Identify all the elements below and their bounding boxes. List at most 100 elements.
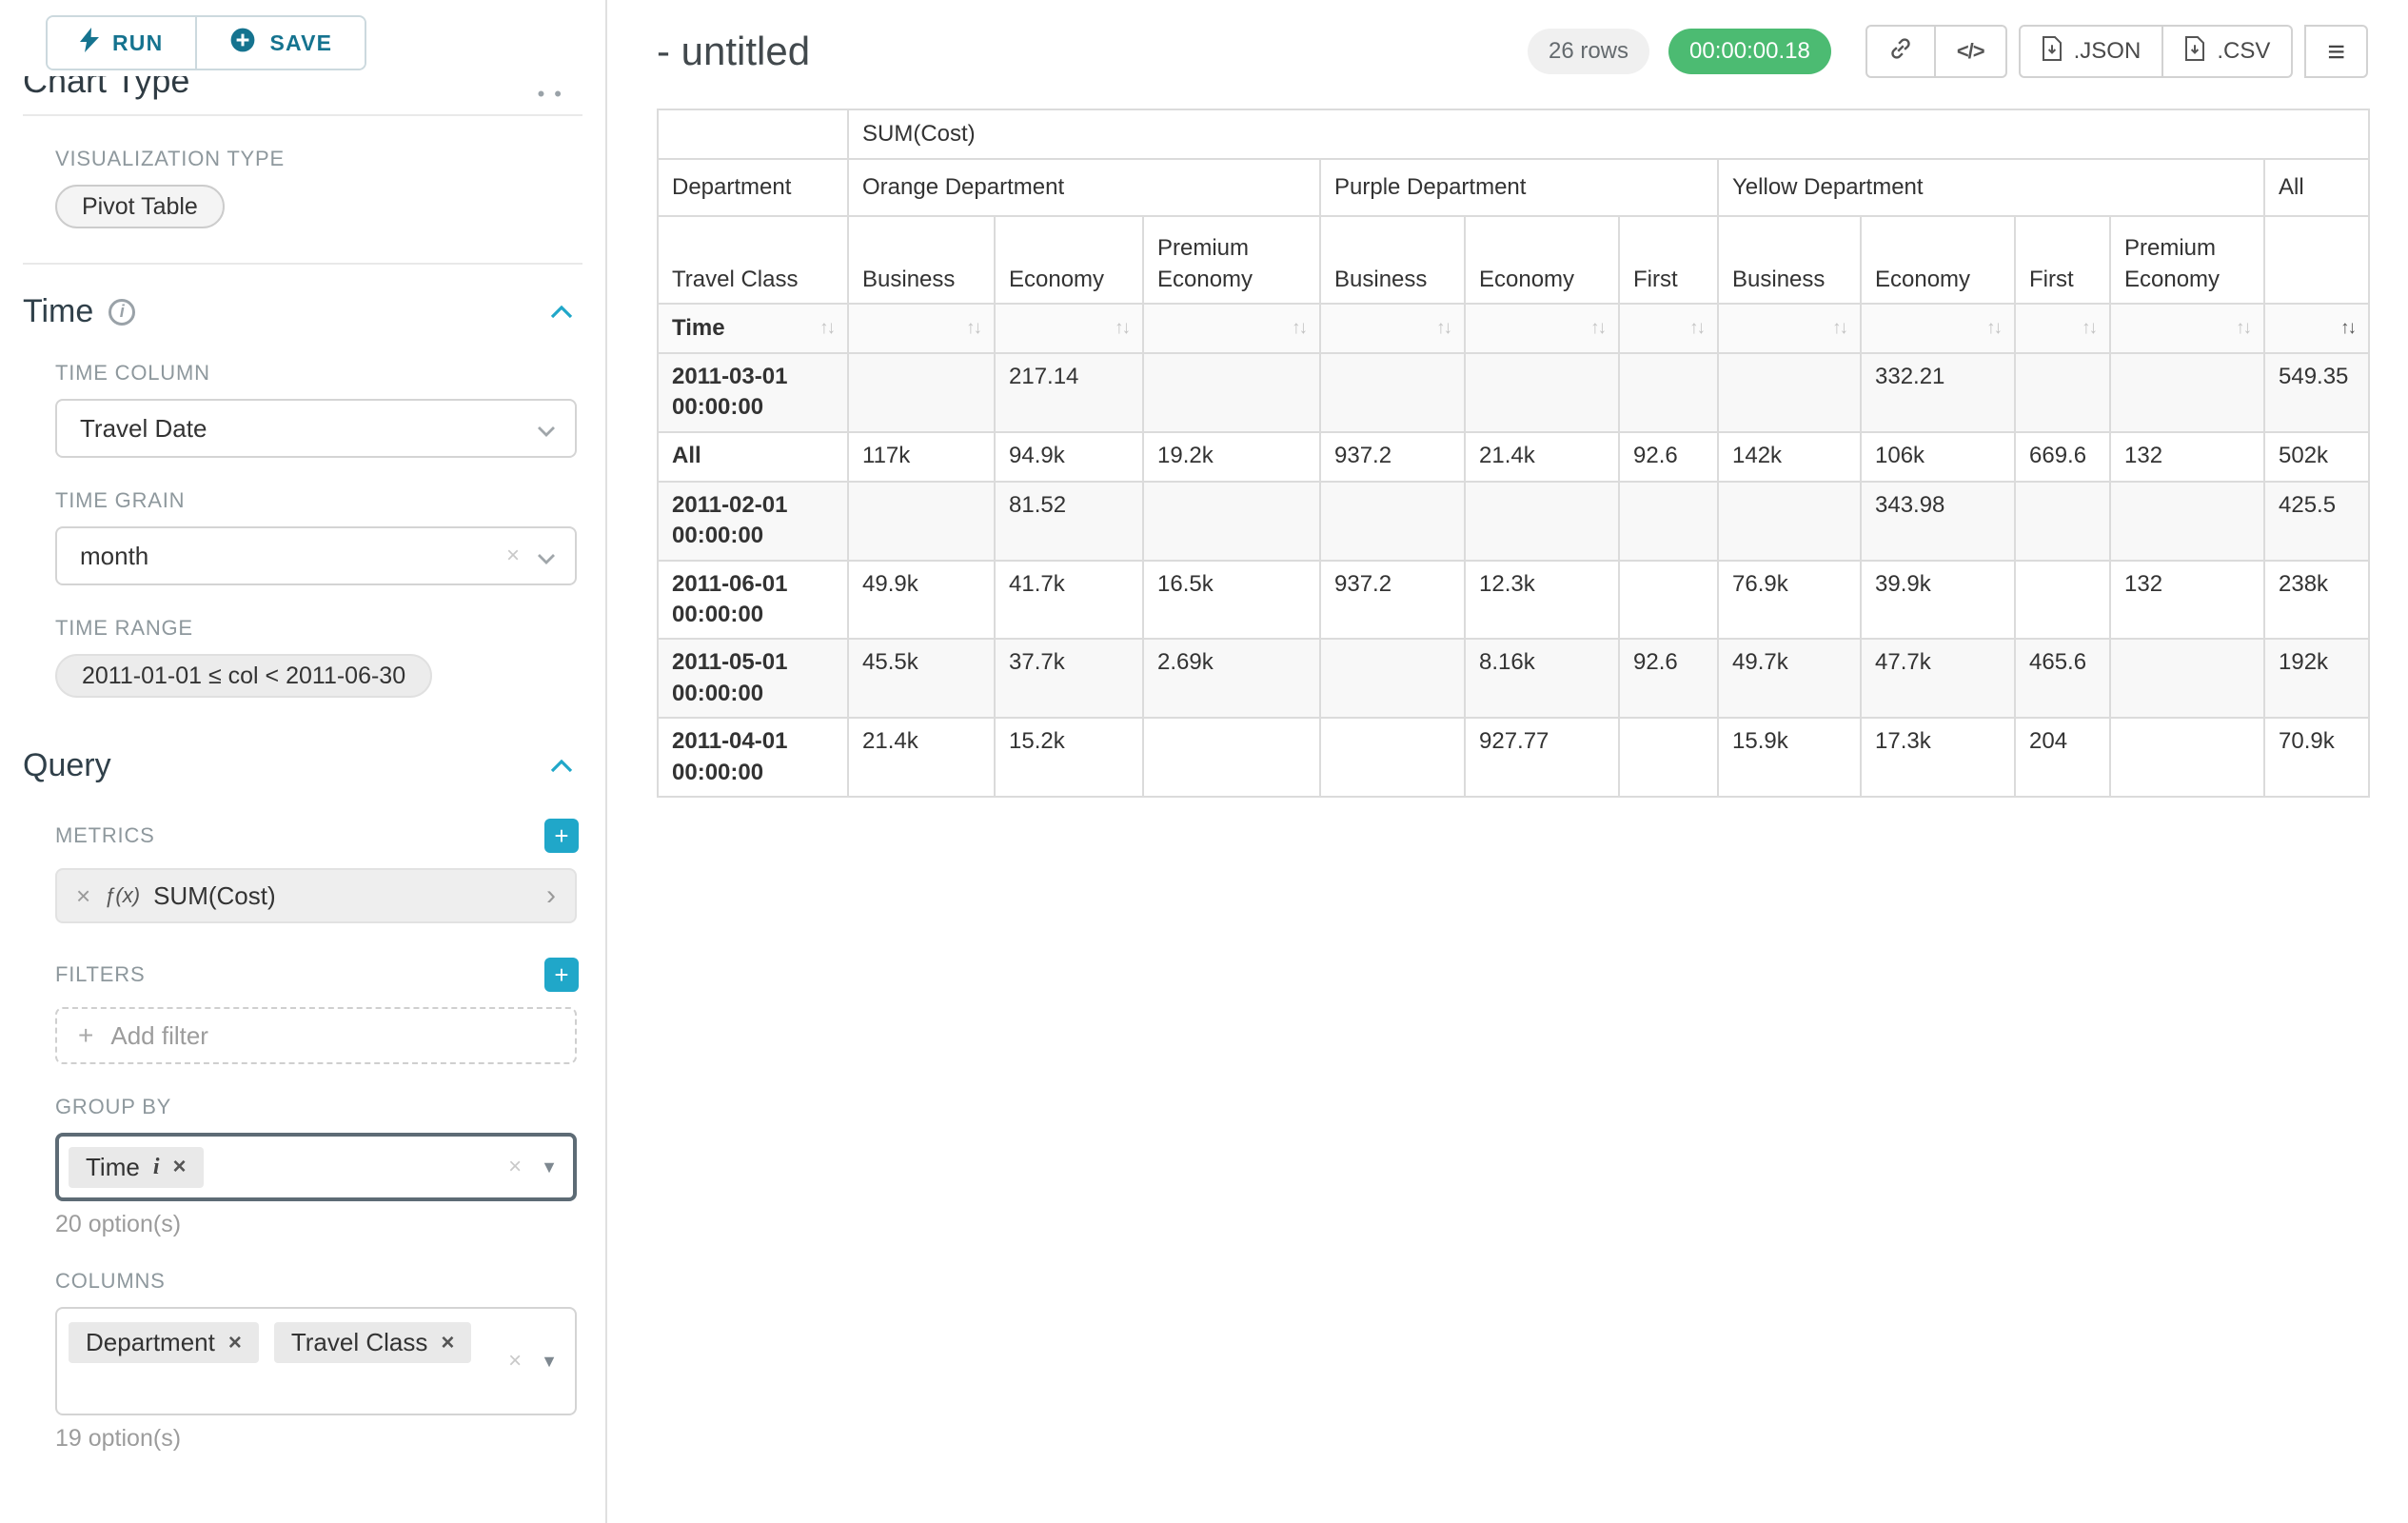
value-cell: [2015, 482, 2110, 561]
group-by-chip[interactable]: Timei×: [69, 1147, 204, 1188]
travel-class-header: Economy: [995, 216, 1143, 304]
add-filter-button[interactable]: +: [544, 958, 579, 992]
value-cell: 70.9k: [2264, 718, 2369, 797]
bolt-icon: [80, 28, 99, 58]
embed-code-button[interactable]: </>: [1936, 25, 2007, 78]
columns-chip[interactable]: Travel Class×: [274, 1322, 472, 1363]
pivot-row: 2011-04-01 00:00:0021.4k15.2k927.7715.9k…: [658, 718, 2369, 797]
sort-icon[interactable]: ↑↓: [1115, 316, 1129, 341]
remove-chip-icon[interactable]: ×: [228, 1330, 242, 1356]
value-cell: 238k: [2264, 561, 2369, 640]
sort-header: ↑↓: [1320, 304, 1465, 353]
metrics-label: METRICS: [55, 823, 155, 848]
sort-icon[interactable]: ↑↓: [2236, 316, 2250, 341]
sort-icon[interactable]: ↑↓: [1832, 316, 1846, 341]
chart-title[interactable]: - untitled: [657, 29, 810, 74]
run-save-button-group: RUN SAVE: [46, 15, 366, 70]
ellipsis-icon: ••: [538, 82, 571, 101]
run-button[interactable]: RUN: [48, 17, 195, 69]
chip-label: Department: [86, 1328, 215, 1357]
function-icon: ƒ(x): [104, 883, 140, 908]
clear-icon[interactable]: ×: [506, 543, 520, 569]
pivot-row: 2011-02-01 00:00:0081.52343.98425.5: [658, 482, 2369, 561]
travel-class-header: Premium Economy: [2110, 216, 2264, 304]
value-cell: 927.77: [1465, 718, 1619, 797]
columns-chip[interactable]: Department ×: [69, 1322, 259, 1363]
value-cell: [2015, 353, 2110, 432]
sort-header: ↑↓: [1619, 304, 1718, 353]
sort-header: ↑↓: [2264, 304, 2369, 353]
save-button[interactable]: SAVE: [195, 17, 365, 69]
value-cell: 41.7k: [995, 561, 1143, 640]
sort-icon[interactable]: ↑↓: [1436, 316, 1451, 341]
sort-icon[interactable]: ↑↓: [966, 316, 980, 341]
value-cell: 217.14: [995, 353, 1143, 432]
add-metric-button[interactable]: +: [544, 819, 579, 853]
copy-link-button[interactable]: [1865, 25, 1936, 78]
clear-icon[interactable]: ×: [508, 1348, 522, 1375]
results-panel: - untitled 26 rows 00:00:00.18 </> .JSON: [607, 0, 2408, 1523]
row-count-badge: 26 rows: [1528, 29, 1649, 74]
value-cell: 343.98: [1861, 482, 2015, 561]
link-icon: [1888, 36, 1913, 68]
time-column-select[interactable]: Travel Date: [55, 399, 577, 458]
remove-chip-icon[interactable]: ×: [172, 1154, 186, 1180]
clear-icon[interactable]: ×: [508, 1154, 522, 1180]
value-cell: [1320, 353, 1465, 432]
remove-chip-icon[interactable]: ×: [441, 1330, 454, 1356]
time-column-label: TIME COLUMN: [55, 361, 577, 386]
remove-metric-icon[interactable]: ×: [76, 881, 90, 911]
caret-down-icon[interactable]: ▼: [541, 1157, 558, 1177]
travel-class-header: First: [1619, 216, 1718, 304]
control-panel: RUN SAVE Chart Type •• VISUALIZATION TYP…: [0, 0, 607, 1523]
metric-chip[interactable]: × ƒ(x) SUM(Cost) ›: [55, 868, 577, 923]
value-cell: 132: [2110, 561, 2264, 640]
viz-type-pill[interactable]: Pivot Table: [55, 185, 225, 228]
time-column-value: Travel Date: [80, 414, 537, 444]
value-cell: 192k: [2264, 639, 2369, 718]
menu-button[interactable]: ≡: [2304, 25, 2368, 78]
pivot-row: All117k94.9k19.2k937.221.4k92.6142k106k6…: [658, 432, 2369, 482]
caret-down-icon[interactable]: ▼: [541, 1352, 558, 1372]
group-by-select[interactable]: Timei× × ▼: [55, 1133, 577, 1201]
filters-header: FILTERS +: [55, 958, 579, 992]
travel-class-header: Business: [848, 216, 995, 304]
row-header: 2011-06-01 00:00:00: [658, 561, 848, 640]
time-grain-select[interactable]: month ×: [55, 526, 577, 585]
add-filter-box[interactable]: + Add filter: [55, 1007, 577, 1064]
group-by-chips: Timei×: [63, 1143, 508, 1192]
query-section-title: Query: [23, 747, 111, 784]
download-csv-button[interactable]: .CSV: [2163, 25, 2293, 78]
info-icon[interactable]: i: [153, 1155, 160, 1180]
sort-icon[interactable]: ↑↓: [1590, 316, 1605, 341]
value-cell: 106k: [1861, 432, 2015, 482]
value-cell: [1619, 353, 1718, 432]
pivot-row: 2011-05-01 00:00:0045.5k37.7k2.69k8.16k9…: [658, 639, 2369, 718]
chevron-down-icon: [537, 414, 556, 444]
time-range-pill[interactable]: 2011-01-01 ≤ col < 2011-06-30: [55, 654, 432, 698]
columns-select[interactable]: Department×Travel Class× × ▼: [55, 1307, 577, 1415]
sort-icon[interactable]: ↑↓: [1689, 316, 1704, 341]
chevron-up-icon[interactable]: [550, 306, 573, 319]
all-subheader: [2264, 216, 2369, 304]
hamburger-icon: ≡: [2327, 36, 2345, 67]
chevron-right-icon[interactable]: ›: [546, 880, 556, 912]
value-cell: [1619, 718, 1718, 797]
value-cell: [2015, 561, 2110, 640]
download-json-button[interactable]: .JSON: [2019, 25, 2164, 78]
time-grain-label: TIME GRAIN: [55, 488, 577, 513]
chevron-up-icon[interactable]: [550, 760, 573, 773]
sort-icon[interactable]: ↑↓: [2340, 316, 2355, 341]
travel-class-header: Economy: [1465, 216, 1619, 304]
sort-icon[interactable]: ↑↓: [1986, 316, 2001, 341]
pivot-header-row: SUM(Cost): [658, 109, 2369, 159]
value-cell: 76.9k: [1718, 561, 1861, 640]
sort-icon[interactable]: ↑↓: [2082, 316, 2096, 341]
value-cell: 17.3k: [1861, 718, 2015, 797]
value-cell: 132: [2110, 432, 2264, 482]
info-icon[interactable]: i: [109, 299, 135, 326]
sort-icon[interactable]: ↑↓: [1292, 316, 1306, 341]
sort-icon[interactable]: ↑↓: [819, 316, 834, 341]
time-range-label: TIME RANGE: [55, 616, 577, 641]
export-button-group: .JSON .CSV: [2019, 25, 2294, 78]
